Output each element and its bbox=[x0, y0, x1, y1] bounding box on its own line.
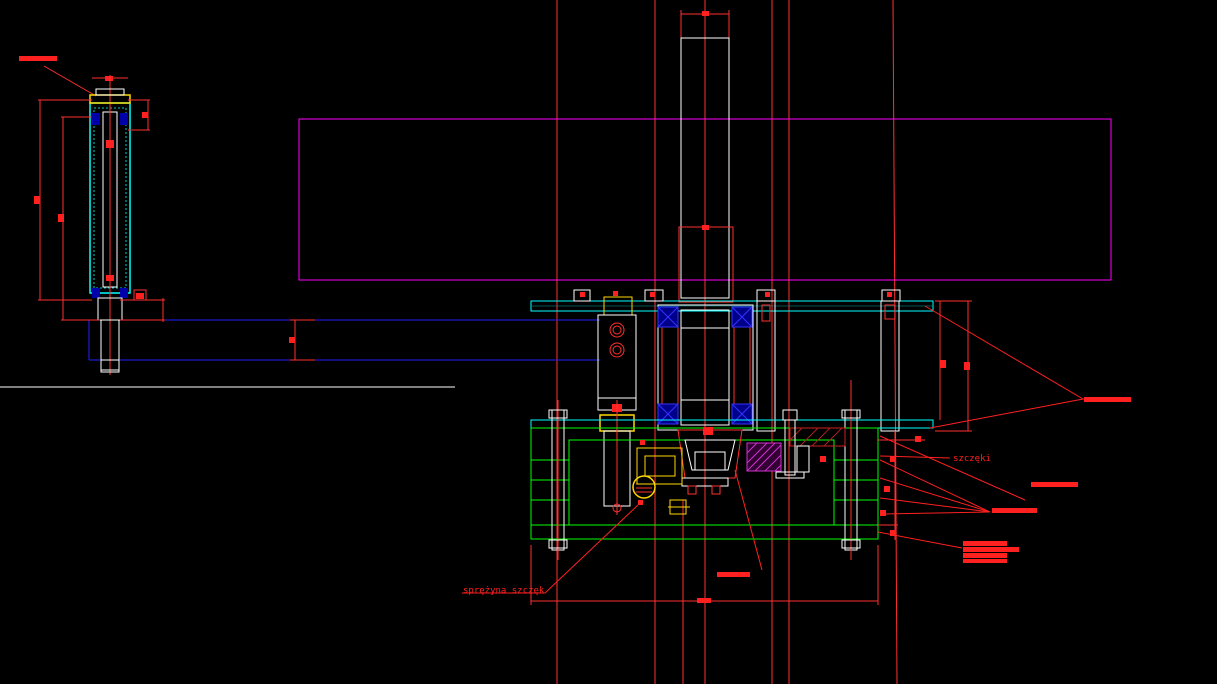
right-pillars bbox=[756, 300, 900, 432]
dimension-text bbox=[289, 337, 295, 343]
part-label-left bbox=[19, 56, 57, 61]
springs-label: sprężyna szczęk bbox=[463, 586, 545, 596]
axis-lines bbox=[556, 0, 898, 684]
left-cylinder-assembly bbox=[19, 56, 165, 375]
technical-drawing: szczęki sprężyna szczęk bbox=[0, 0, 1131, 684]
jaws-label: szczęki bbox=[953, 454, 991, 464]
left-column bbox=[597, 314, 637, 515]
die-assembly bbox=[612, 409, 846, 515]
blue-beam bbox=[88, 319, 600, 361]
central-ram bbox=[678, 10, 734, 303]
cad-drawing-canvas[interactable]: szczęki sprężyna szczęk bbox=[0, 0, 1217, 684]
label-blocks bbox=[717, 397, 1131, 577]
